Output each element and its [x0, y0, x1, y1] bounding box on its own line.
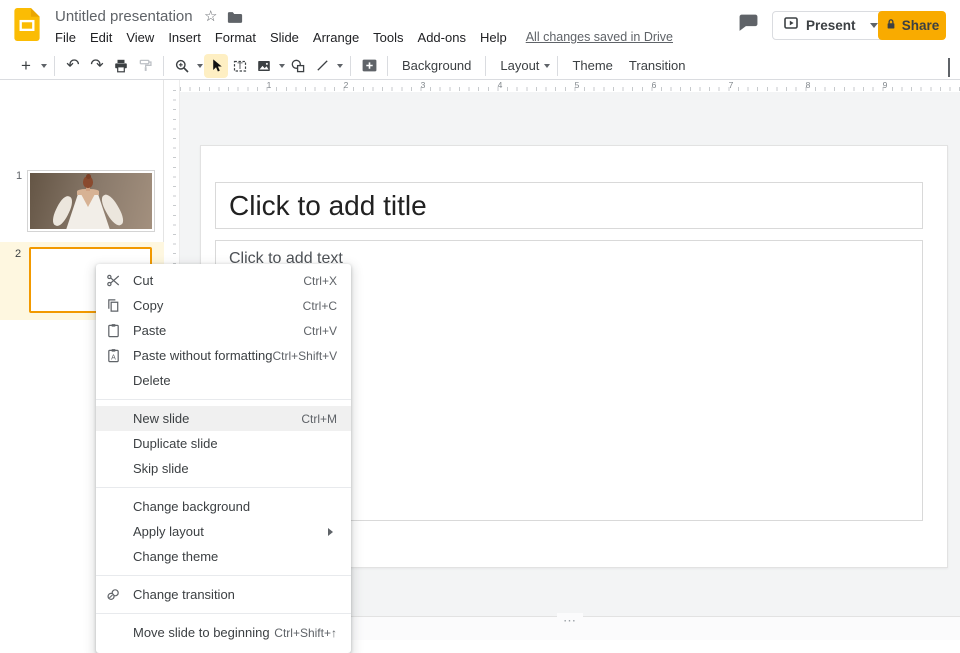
layout-dropdown-icon[interactable] — [544, 64, 550, 71]
ruler-number: 8 — [806, 80, 811, 90]
present-label: Present — [806, 18, 856, 33]
toolbar-separator — [557, 56, 558, 76]
toolbar-separator — [54, 56, 55, 76]
background-button[interactable]: Background — [394, 54, 479, 77]
layout-button[interactable]: Layout — [492, 54, 541, 77]
new-slide-button[interactable]: + — [14, 54, 38, 78]
menu-addons[interactable]: Add-ons — [411, 28, 473, 47]
present-dropdown-icon[interactable] — [870, 23, 878, 32]
toolbar-separator — [163, 56, 164, 76]
menu-slide[interactable]: Slide — [263, 28, 306, 47]
ruler-number: 5 — [575, 80, 580, 90]
menu-item-move-slide-to-beginning[interactable]: Move slide to beginning Ctrl+Shift+↑ — [96, 620, 351, 645]
print-icon[interactable] — [109, 54, 133, 78]
cut-icon — [106, 273, 121, 288]
insert-image-icon[interactable] — [252, 54, 276, 78]
menu-format[interactable]: Format — [208, 28, 263, 47]
svg-text:A: A — [111, 354, 116, 361]
paint-format-icon[interactable] — [133, 54, 157, 78]
undo-icon[interactable]: ↶ — [61, 54, 85, 78]
saved-status-link[interactable]: All changes saved in Drive — [514, 28, 677, 47]
menu-separator — [96, 613, 351, 614]
transition-icon — [106, 587, 121, 602]
toolbar: + ↶ ↷ T — [0, 52, 960, 80]
menu-item-cut[interactable]: Cut Ctrl+X — [96, 268, 351, 293]
menu-file[interactable]: File — [48, 28, 83, 47]
new-slide-dropdown-icon[interactable] — [41, 64, 47, 71]
menu-insert[interactable]: Insert — [161, 28, 208, 47]
submenu-arrow-icon — [328, 528, 337, 536]
zoom-icon[interactable] — [170, 54, 194, 78]
menu-item-paste-without-formatting[interactable]: A Paste without formatting Ctrl+Shift+V — [96, 343, 351, 368]
menu-tools[interactable]: Tools — [366, 28, 410, 47]
ruler-number: 6 — [652, 80, 657, 90]
theme-button[interactable]: Theme — [564, 54, 620, 77]
lock-icon — [885, 17, 897, 35]
copy-icon — [106, 298, 121, 313]
ruler-number: 1 — [267, 80, 272, 90]
ruler-number: 3 — [421, 80, 426, 90]
menu-item-change-background[interactable]: Change background — [96, 494, 351, 519]
ruler-number: 9 — [883, 80, 888, 90]
comments-icon[interactable] — [738, 13, 759, 37]
insert-placeholder-icon[interactable] — [357, 54, 381, 78]
notes-resize-handle[interactable]: ⋯ — [557, 613, 583, 629]
redo-icon[interactable]: ↷ — [85, 54, 109, 78]
share-button[interactable]: Share — [878, 11, 946, 40]
horizontal-ruler: 1 2 3 4 5 6 7 8 9 — [180, 80, 960, 92]
menu-separator — [96, 575, 351, 576]
svg-text:T: T — [237, 61, 243, 71]
app-header: Untitled presentation ☆ File Edit View I… — [0, 0, 960, 52]
menu-item-apply-layout[interactable]: Apply layout — [96, 519, 351, 544]
line-tool-icon[interactable] — [310, 54, 334, 78]
transition-button[interactable]: Transition — [621, 54, 694, 77]
select-tool-icon[interactable] — [204, 54, 228, 78]
present-icon — [783, 15, 799, 36]
present-button[interactable]: Present — [772, 11, 887, 40]
menu-edit[interactable]: Edit — [83, 28, 119, 47]
ruler-number: 7 — [729, 80, 734, 90]
slide-2-number: 2 — [15, 248, 21, 260]
menu-view[interactable]: View — [119, 28, 161, 47]
paste-icon — [106, 323, 121, 338]
menu-help[interactable]: Help — [473, 28, 514, 47]
menu-separator — [96, 487, 351, 488]
line-dropdown-icon[interactable] — [337, 64, 343, 71]
text-box-icon[interactable]: T — [228, 54, 252, 78]
shape-tool-icon[interactable] — [286, 54, 310, 78]
document-title[interactable]: Untitled presentation — [55, 8, 193, 25]
slide-1-number: 1 — [16, 170, 22, 182]
slide-1-thumbnail[interactable] — [27, 170, 155, 232]
menu-item-change-theme[interactable]: Change theme — [96, 544, 351, 569]
menu-item-skip-slide[interactable]: Skip slide — [96, 456, 351, 481]
menu-item-delete[interactable]: Delete — [96, 368, 351, 393]
ruler-number: 4 — [498, 80, 503, 90]
menu-separator — [96, 399, 351, 400]
menu-item-change-transition[interactable]: Change transition — [96, 582, 351, 607]
menu-arrange[interactable]: Arrange — [306, 28, 366, 47]
share-label: Share — [902, 18, 940, 33]
menu-item-copy[interactable]: Copy Ctrl+C — [96, 293, 351, 318]
zoom-dropdown-icon[interactable] — [197, 64, 203, 71]
collapse-toolbar-icon[interactable] — [948, 60, 950, 78]
ruler-number: 2 — [344, 80, 349, 90]
menu-item-new-slide[interactable]: New slide Ctrl+M — [96, 406, 351, 431]
context-menu: Cut Ctrl+X Copy Ctrl+C Paste Ctrl+V A — [96, 264, 351, 653]
menu-item-duplicate-slide[interactable]: Duplicate slide — [96, 431, 351, 456]
title-placeholder-box[interactable]: Click to add title — [215, 182, 923, 229]
menubar: File Edit View Insert Format Slide Arran… — [48, 28, 677, 47]
title-placeholder-text: Click to add title — [229, 190, 427, 222]
toolbar-separator — [387, 56, 388, 76]
slides-logo-icon[interactable] — [14, 8, 40, 46]
image-dropdown-icon[interactable] — [279, 64, 285, 71]
folder-icon[interactable] — [227, 11, 243, 29]
menu-item-paste[interactable]: Paste Ctrl+V — [96, 318, 351, 343]
slide-1-photo — [30, 173, 152, 229]
star-icon[interactable]: ☆ — [204, 7, 217, 25]
toolbar-separator — [485, 56, 486, 76]
paste-without-formatting-icon: A — [106, 348, 121, 363]
toolbar-separator — [350, 56, 351, 76]
